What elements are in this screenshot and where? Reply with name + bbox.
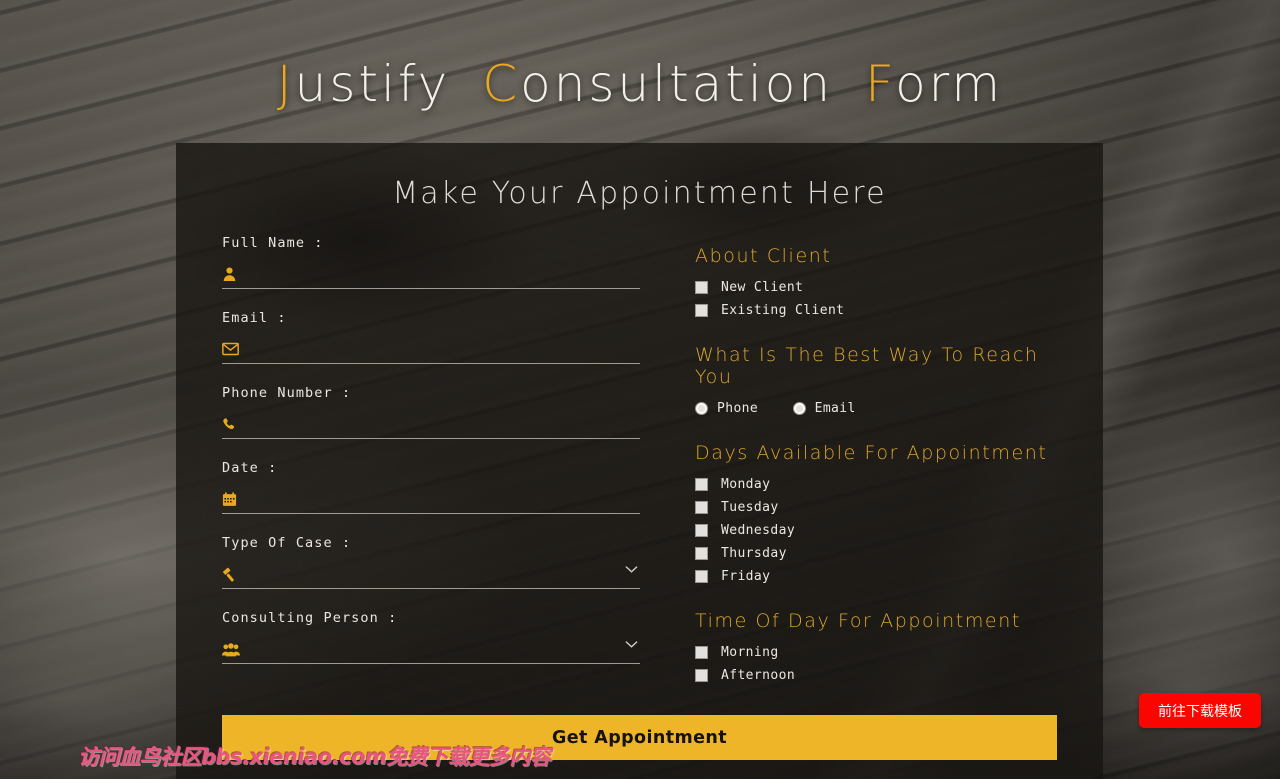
option-day-wednesday[interactable]: Wednesday bbox=[695, 519, 1057, 542]
envelope-icon bbox=[222, 342, 244, 356]
checkbox-new-client[interactable] bbox=[695, 281, 708, 294]
input-row-phone-number bbox=[222, 410, 640, 439]
input-phone-number[interactable] bbox=[244, 412, 640, 436]
page-title-cap-2: C bbox=[482, 55, 521, 113]
gavel-icon bbox=[222, 566, 244, 583]
label-type-of-case: Type Of Case : bbox=[222, 535, 352, 551]
checkbox-friday[interactable] bbox=[695, 570, 708, 583]
page-title-cap-1: J bbox=[276, 55, 295, 113]
select-consulting-person[interactable] bbox=[244, 637, 640, 661]
input-email[interactable] bbox=[244, 337, 640, 361]
form-right-column: About Client New Client Existing Client … bbox=[640, 235, 1057, 697]
users-icon bbox=[222, 642, 244, 657]
input-row-type-of-case bbox=[222, 560, 640, 589]
page-title: Justify Consultation Form bbox=[0, 55, 1280, 113]
page-title-word-1: Justify bbox=[277, 55, 450, 113]
group-title-time-of-day: Time Of Day For Appointment bbox=[695, 610, 1021, 632]
page-root: Justify Consultation Form Make Your Appoin… bbox=[0, 0, 1280, 779]
input-row-consulting-person bbox=[222, 635, 640, 664]
field-consulting-person: Consulting Person : bbox=[222, 610, 640, 664]
page-title-rest-2: onsultation bbox=[520, 55, 834, 113]
checkbox-wednesday[interactable] bbox=[695, 524, 708, 537]
option-label-morning: Morning bbox=[721, 645, 779, 660]
input-row-date bbox=[222, 485, 640, 514]
option-existing-client[interactable]: Existing Client bbox=[695, 299, 1057, 322]
option-label-reach-phone: Phone bbox=[717, 401, 759, 416]
radio-reach-phone[interactable] bbox=[695, 402, 708, 415]
group-time-of-day: Time Of Day For Appointment Morning Afte… bbox=[695, 610, 1057, 687]
form-columns: Full Name : Email : Phone Number: Date … bbox=[176, 235, 1103, 697]
page-title-cap-3: F bbox=[865, 55, 896, 113]
group-days-available: Days Available For Appointment Monday Tu… bbox=[695, 442, 1057, 588]
option-time-afternoon[interactable]: Afternoon bbox=[695, 664, 1057, 687]
option-label-existing-client: Existing Client bbox=[721, 303, 845, 318]
page-title-rest-1: ustify bbox=[294, 55, 451, 113]
form-left-column: Full Name : Email : Phone Number: Date … bbox=[222, 235, 640, 697]
checkbox-afternoon[interactable] bbox=[695, 669, 708, 682]
download-template-button[interactable]: 前往下载模板 bbox=[1139, 693, 1261, 728]
page-title-word-3: Form bbox=[865, 55, 1003, 113]
label-email: Email : bbox=[222, 310, 287, 326]
field-date: Date : bbox=[222, 460, 640, 514]
field-type-of-case: Type Of Case : bbox=[222, 535, 640, 589]
appointment-form-panel: Make Your Appointment Here Full Name : E… bbox=[176, 143, 1103, 779]
option-label-tuesday: Tuesday bbox=[721, 500, 779, 515]
group-title-best-way-to-reach: What Is The Best Way To Reach You bbox=[695, 344, 1039, 388]
label-phone-number: Phone Number : bbox=[222, 385, 352, 401]
option-time-morning[interactable]: Morning bbox=[695, 641, 1057, 664]
field-email: Email : bbox=[222, 310, 640, 364]
option-label-reach-email: Email bbox=[814, 401, 856, 416]
checkbox-tuesday[interactable] bbox=[695, 501, 708, 514]
radio-reach-email[interactable] bbox=[792, 402, 806, 415]
radio-line-reach: Phone Email bbox=[695, 397, 1057, 420]
option-label-new-client: New Client bbox=[721, 280, 804, 295]
checkbox-thursday[interactable] bbox=[695, 547, 708, 560]
label-date: Date : bbox=[222, 460, 278, 476]
option-new-client[interactable]: New Client bbox=[695, 276, 1057, 299]
option-label-monday: Monday bbox=[721, 477, 771, 492]
option-label-wednesday: Wednesday bbox=[721, 523, 796, 538]
group-title-days-available: Days Available For Appointment bbox=[695, 442, 1048, 464]
label-consulting-person: Consulting Person : bbox=[222, 610, 398, 626]
option-day-friday[interactable]: Friday bbox=[695, 565, 1057, 588]
input-full-name[interactable] bbox=[244, 262, 640, 286]
option-label-afternoon: Afternoon bbox=[721, 668, 796, 683]
group-best-way-to-reach: What Is The Best Way To Reach You Phone … bbox=[695, 344, 1057, 420]
user-icon bbox=[222, 266, 244, 282]
checkbox-existing-client[interactable] bbox=[695, 304, 708, 317]
group-title-about-client: About Client bbox=[695, 245, 832, 267]
option-label-thursday: Thursday bbox=[721, 546, 787, 561]
option-day-monday[interactable]: Monday bbox=[695, 473, 1057, 496]
select-type-of-case[interactable] bbox=[244, 562, 640, 586]
form-heading: Make Your Appointment Here bbox=[392, 176, 887, 211]
field-full-name: Full Name : bbox=[222, 235, 640, 289]
group-about-client: About Client New Client Existing Client bbox=[695, 245, 1057, 322]
option-reach-email[interactable]: Email bbox=[792, 397, 856, 420]
checkbox-monday[interactable] bbox=[695, 478, 708, 491]
page-title-rest-3: orm bbox=[895, 55, 1004, 113]
option-reach-phone[interactable]: Phone bbox=[695, 397, 758, 420]
page-title-word-2: Consultation bbox=[482, 55, 833, 113]
input-date[interactable] bbox=[244, 487, 640, 511]
label-full-name: Full Name : bbox=[222, 235, 324, 251]
option-day-tuesday[interactable]: Tuesday bbox=[695, 496, 1057, 519]
field-phone-number: Phone Number : bbox=[222, 385, 640, 439]
checkbox-morning[interactable] bbox=[695, 646, 708, 659]
input-row-email bbox=[222, 335, 640, 364]
option-label-friday: Friday bbox=[721, 569, 771, 584]
calendar-icon bbox=[222, 491, 244, 507]
input-row-full-name bbox=[222, 260, 640, 289]
phone-icon bbox=[222, 417, 244, 432]
site-watermark: 访问血鸟社区bbs.xieniao.com免费下载更多内容 bbox=[78, 745, 551, 769]
option-day-thursday[interactable]: Thursday bbox=[695, 542, 1057, 565]
